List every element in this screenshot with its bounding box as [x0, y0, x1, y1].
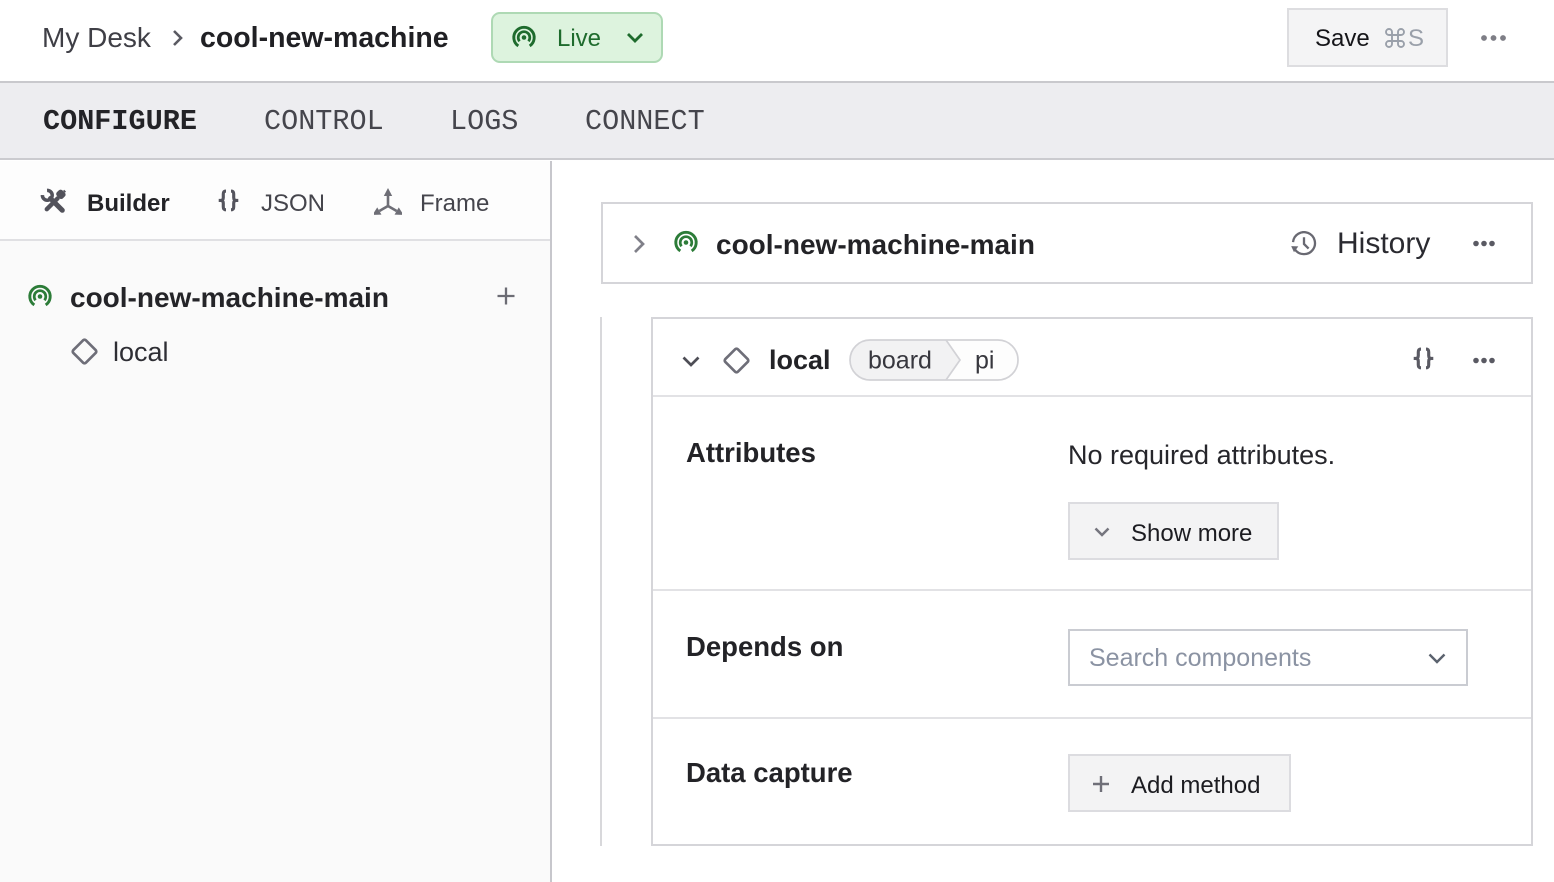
svg-text:pi: pi	[975, 347, 994, 375]
svg-text:board: board	[868, 347, 932, 375]
